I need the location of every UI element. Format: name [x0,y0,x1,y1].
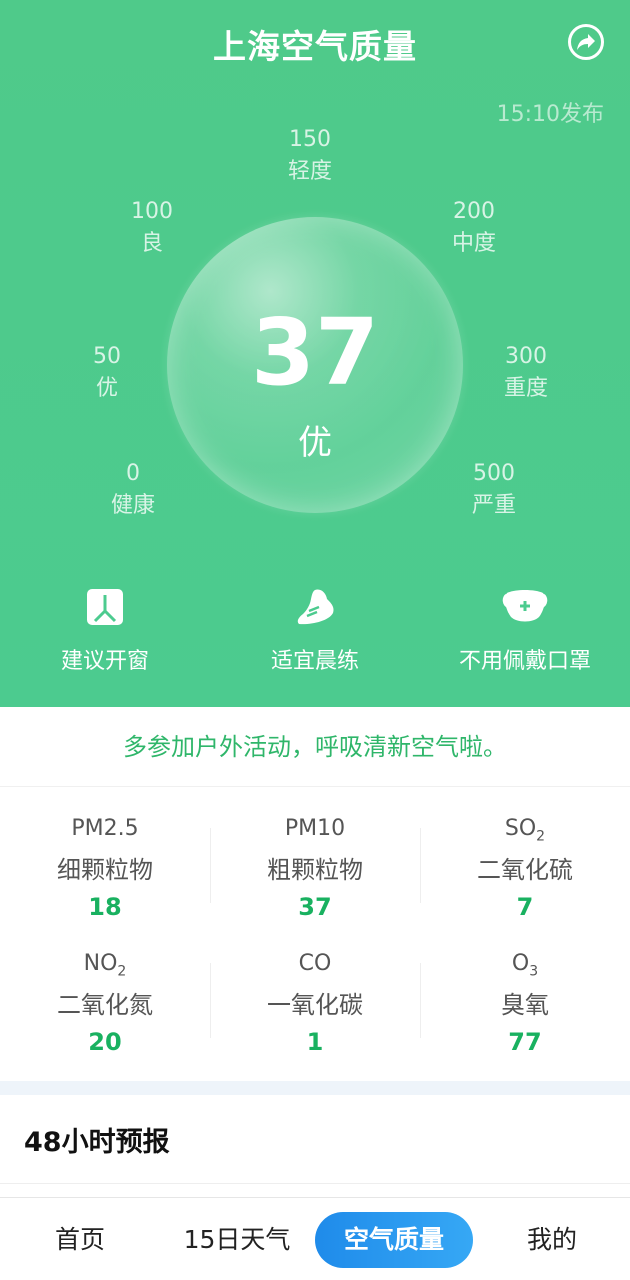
pollutant-name: 二氧化硫 [477,856,573,885]
scale-mark-50: 50 优 [52,341,162,405]
pollutant-code: NO2 [83,951,127,980]
pollutant-o3[interactable]: O3 臭氧 77 [420,949,630,1060]
nav-air-quality[interactable]: 空气质量 [315,1212,473,1268]
scale-label: 中度 [451,231,496,256]
aqi-hero-panel: 上海空气质量 15:10发布 0 健康 50 优 100 良 150 轻度 20… [0,0,630,707]
scale-value: 300 [505,344,547,369]
bottom-nav: 首页 15日天气 空气质量 我的 [0,1197,630,1280]
page-title: 上海空气质量 [213,27,417,66]
pollutant-co[interactable]: CO 一氧化碳 1 [210,949,420,1060]
advice-slogan: 多参加户外活动，呼吸清新空气啦。 [0,707,630,787]
scale-mark-0: 0 健康 [78,458,188,522]
scale-mark-100: 100 良 [97,196,207,260]
pollutant-name: 粗颗粒物 [267,856,363,885]
pollutant-value: 77 [508,1028,542,1057]
pollutant-code: PM2.5 [71,816,139,841]
advice-row: 建议开窗 适宜晨练 不用佩戴口罩 [0,585,630,675]
window-icon [87,589,123,625]
section-gap [0,1081,630,1095]
pollutant-name: 细颗粒物 [57,856,153,885]
scale-label: 健康 [110,493,155,518]
pollutant-code: O3 [511,951,539,980]
scale-value: 100 [131,199,173,224]
pollutant-name: 一氧化碳 [267,991,363,1020]
scale-value: 50 [93,344,121,369]
pollutant-name: 臭氧 [501,991,549,1020]
share-icon[interactable] [568,24,604,60]
tip-label: 不用佩戴口罩 [458,649,591,674]
pollutant-value: 20 [88,1028,122,1057]
pollutant-name: 二氧化氮 [57,991,153,1020]
nav-home[interactable]: 首页 [28,1212,132,1268]
pollutant-value: 7 [516,893,534,922]
pollutant-no2[interactable]: NO2 二氧化氮 20 [0,949,210,1060]
pollutant-pm25[interactable]: PM2.5 细颗粒物 18 [0,814,210,925]
mask-icon [502,590,548,622]
pollutant-value: 37 [298,893,332,922]
scale-mark-200: 200 中度 [419,196,529,260]
scale-mark-150: 150 轻度 [255,124,365,188]
tip-morning-exercise: 适宜晨练 [210,585,420,675]
pollutant-code: CO [298,951,332,976]
scale-value: 150 [289,127,331,152]
scale-label: 良 [140,231,163,256]
tip-label: 建议开窗 [60,649,149,674]
scale-label: 严重 [471,493,516,518]
nav-15day-weather[interactable]: 15日天气 [170,1212,304,1268]
scale-label: 重度 [503,376,548,401]
forecast-title: 48小时预报 [24,1127,170,1158]
divider [0,1183,630,1184]
pollutant-so2[interactable]: SO2 二氧化硫 7 [420,814,630,925]
scale-value: 200 [453,199,495,224]
pollutant-value: 1 [306,1028,324,1057]
pollutant-code: PM10 [284,816,346,841]
pollutant-pm10[interactable]: PM10 粗颗粒物 37 [210,814,420,925]
scale-label: 优 [95,376,118,401]
pollutant-code: SO2 [504,816,546,845]
aqi-level: 优 [298,423,332,463]
tip-label: 适宜晨练 [270,649,359,674]
scale-label: 轻度 [287,159,332,184]
tip-open-window: 建议开窗 [0,585,210,675]
pollutant-grid: PM2.5 细颗粒物 18 PM10 粗颗粒物 37 SO2 二氧化硫 7 NO… [0,788,630,1081]
running-shoe-icon [297,589,334,625]
nav-mine[interactable]: 我的 [500,1212,604,1268]
pollutant-value: 18 [88,893,122,922]
aqi-value: 37 [250,299,380,406]
aqi-bubble: 37 优 [167,217,463,513]
scale-mark-500: 500 严重 [439,458,549,522]
publish-time: 15:10发布 [496,102,604,127]
tip-no-mask: 不用佩戴口罩 [420,585,630,675]
scale-mark-300: 300 重度 [471,341,581,405]
